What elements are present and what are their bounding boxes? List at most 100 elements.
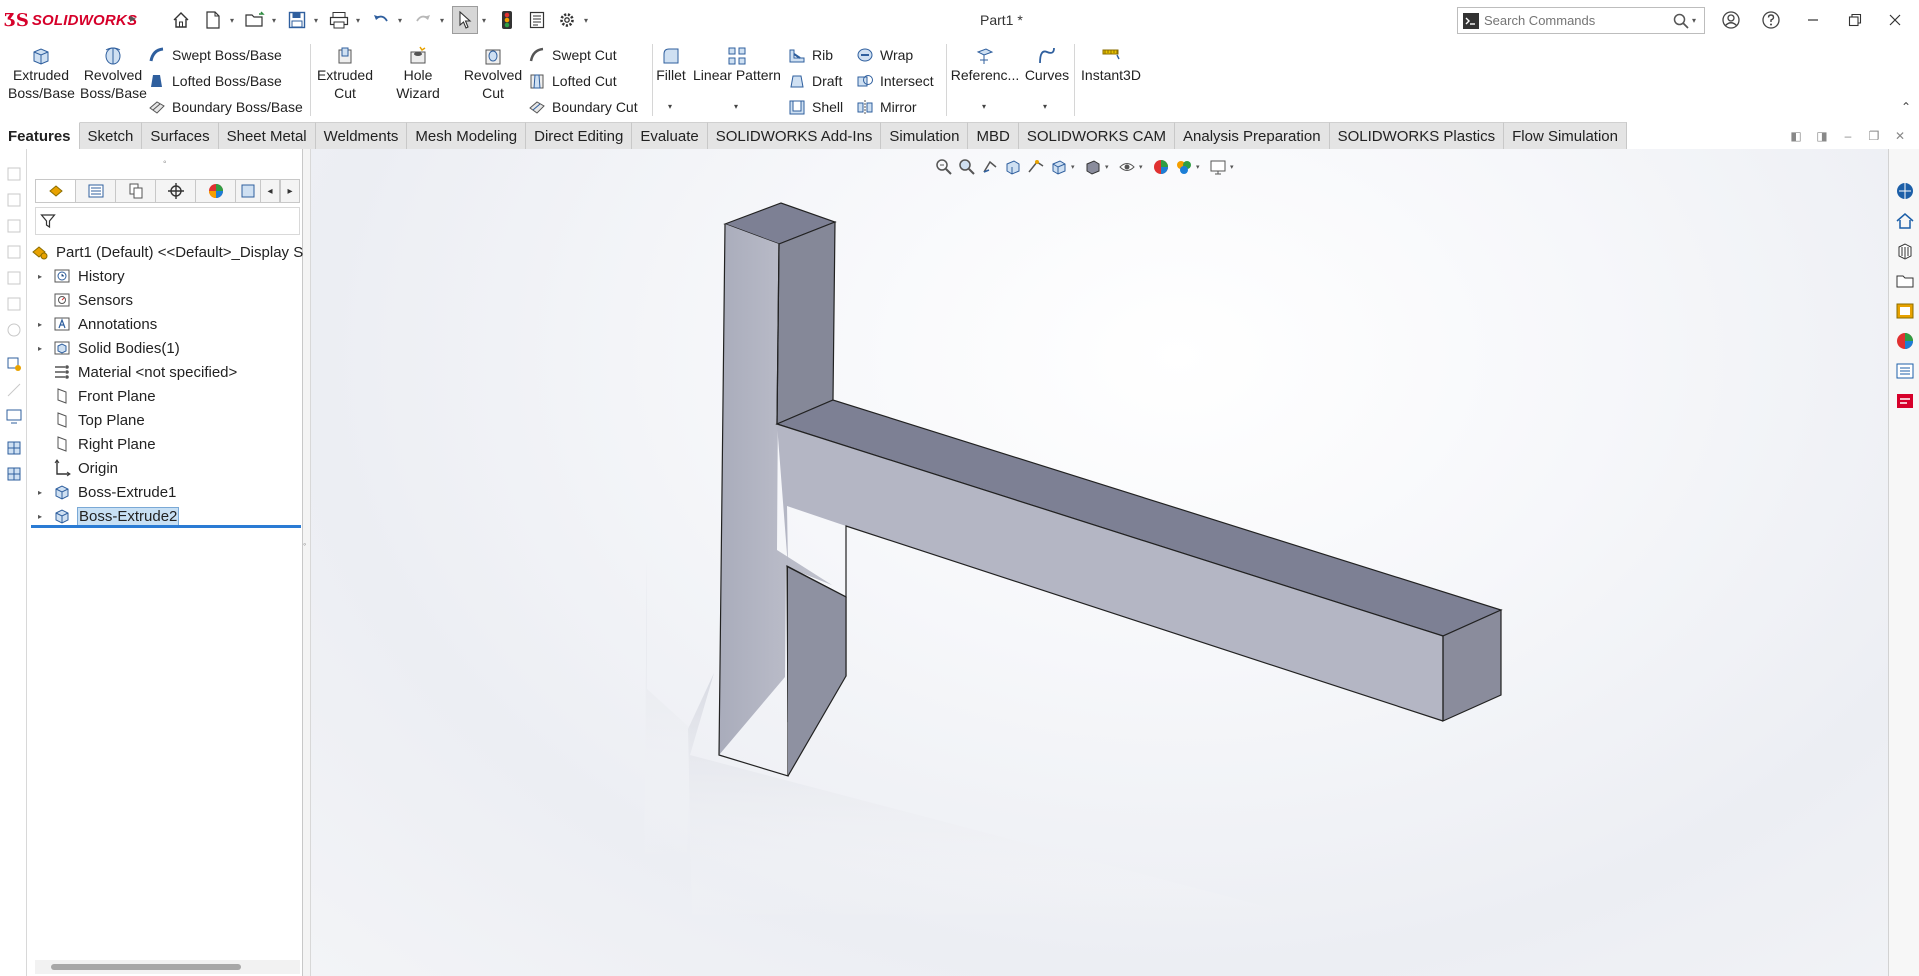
extruded-boss-button[interactable]: Extruded Boss/Base xyxy=(8,44,75,102)
swept-boss-button[interactable]: Swept Boss/Base xyxy=(148,44,282,66)
home-icon[interactable] xyxy=(1895,211,1915,231)
redo-dropdown-icon[interactable]: ▾ xyxy=(436,6,448,34)
design-library-icon[interactable] xyxy=(1895,241,1915,261)
tree-item-sensors[interactable]: Sensors xyxy=(33,289,134,311)
new-dropdown-icon[interactable]: ▾ xyxy=(226,6,238,34)
menu-expand-icon[interactable]: ▸ xyxy=(130,11,136,25)
hole-wizard-button[interactable]: Hole Wizard xyxy=(380,44,456,102)
wrap-button[interactable]: Wrap xyxy=(856,44,913,66)
home-icon[interactable] xyxy=(168,6,194,34)
tabs-scroll-right-icon[interactable]: ▸ xyxy=(280,179,300,203)
collapse-ribbon-icon[interactable]: ⌃ xyxy=(1901,100,1911,114)
strip-table-icon[interactable] xyxy=(5,439,23,457)
print-icon[interactable] xyxy=(326,6,352,34)
tree-item-origin[interactable]: Origin xyxy=(33,457,119,479)
custom-properties-icon[interactable] xyxy=(1895,361,1915,381)
view-palette-icon[interactable] xyxy=(1895,301,1915,321)
tab-analysis-preparation[interactable]: Analysis Preparation xyxy=(1175,122,1330,149)
tab-simulation[interactable]: Simulation xyxy=(881,122,969,149)
lofted-boss-button[interactable]: Lofted Boss/Base xyxy=(148,70,282,92)
graphics-area[interactable]: ▾ ▾ ▾ ▾ ▾ xyxy=(311,149,1888,976)
minimize-window-icon[interactable] xyxy=(1800,8,1826,32)
tab-sketch[interactable]: Sketch xyxy=(79,122,143,149)
doc-restore-icon[interactable]: ❐ xyxy=(1863,127,1885,145)
reference-dropdown-icon[interactable]: ▾ xyxy=(982,102,986,111)
tree-item-annotations[interactable]: ▸ Annotations xyxy=(33,313,158,335)
filter-icon[interactable] xyxy=(40,213,56,229)
expand-arrow-icon[interactable]: ▸ xyxy=(33,272,47,281)
boundary-cut-button[interactable]: Boundary Cut xyxy=(528,96,638,118)
tree-item-boss-extrude1[interactable]: ▸ Boss-Extrude1 xyxy=(33,481,177,503)
options-dropdown-icon[interactable]: ▾ xyxy=(580,6,592,34)
linear-pattern-button[interactable]: Linear Pattern xyxy=(692,44,782,84)
boundary-boss-button[interactable]: Boundary Boss/Base xyxy=(148,96,303,118)
file-properties-icon[interactable] xyxy=(524,6,550,34)
tree-root-part[interactable]: Part1 (Default) <<Default>_Display S xyxy=(31,241,304,263)
fillet-button[interactable]: Fillet xyxy=(656,44,686,84)
expand-arrow-icon[interactable]: ▸ xyxy=(33,488,47,497)
reference-geometry-button[interactable]: Referenc... xyxy=(950,44,1020,84)
tabs-scroll-left-icon[interactable]: ◂ xyxy=(260,179,280,203)
displaymanager-tab-icon[interactable] xyxy=(195,179,235,203)
panel-splitter[interactable]: ◦ xyxy=(303,149,311,976)
tab-features[interactable]: Features xyxy=(0,122,80,149)
draft-button[interactable]: Draft xyxy=(788,70,842,92)
save-icon[interactable] xyxy=(284,6,310,34)
open-folder-icon[interactable] xyxy=(242,6,268,34)
curves-dropdown-icon[interactable]: ▾ xyxy=(1043,102,1047,111)
tile-left-icon[interactable]: ◧ xyxy=(1785,127,1807,145)
extruded-cut-button[interactable]: Extruded Cut xyxy=(314,44,376,102)
close-window-icon[interactable] xyxy=(1882,8,1908,32)
open-dropdown-icon[interactable]: ▾ xyxy=(268,6,280,34)
tab-solidworks-add-ins[interactable]: SOLIDWORKS Add-Ins xyxy=(707,122,882,149)
configurationmanager-tab-icon[interactable] xyxy=(115,179,155,203)
propertymanager-tab-icon[interactable] xyxy=(75,179,115,203)
help-icon[interactable] xyxy=(1758,8,1784,32)
panel-grip-icon[interactable]: ◦ xyxy=(163,157,167,168)
linear-pattern-dropdown-icon[interactable]: ▾ xyxy=(734,102,738,111)
part-model[interactable] xyxy=(311,149,1888,976)
options-gear-icon[interactable] xyxy=(554,6,580,34)
search-commands-box[interactable]: ▾ xyxy=(1457,7,1705,34)
tree-filter[interactable] xyxy=(35,207,300,235)
tab-mesh-modeling[interactable]: Mesh Modeling xyxy=(407,122,527,149)
tab-surfaces[interactable]: Surfaces xyxy=(142,122,219,149)
tree-item-history[interactable]: ▸ History xyxy=(33,265,126,287)
tab-mbd[interactable]: MBD xyxy=(968,122,1019,149)
instant3d-button[interactable]: Instant3D xyxy=(1078,44,1144,84)
revolved-cut-button[interactable]: Revolved Cut xyxy=(460,44,526,102)
tab-sheet-metal[interactable]: Sheet Metal xyxy=(218,122,316,149)
expand-arrow-icon[interactable]: ▸ xyxy=(33,512,47,521)
tree-item-boss-extrude2[interactable]: ▸ Boss-Extrude2 xyxy=(33,505,180,527)
save-dropdown-icon[interactable]: ▾ xyxy=(310,6,322,34)
horizontal-scrollbar[interactable] xyxy=(35,960,300,974)
shell-button[interactable]: Shell xyxy=(788,96,843,118)
file-explorer-icon[interactable] xyxy=(1895,271,1915,291)
appearances-icon[interactable] xyxy=(1895,331,1915,351)
solidworks-resources-icon[interactable] xyxy=(1895,181,1915,201)
intersect-button[interactable]: Intersect xyxy=(856,70,934,92)
expand-arrow-icon[interactable]: ▸ xyxy=(33,320,47,329)
tab-direct-editing[interactable]: Direct Editing xyxy=(526,122,633,149)
select-dropdown-icon[interactable]: ▾ xyxy=(478,6,490,34)
search-dropdown-icon[interactable]: ▾ xyxy=(1692,16,1704,25)
tree-item-material[interactable]: Material <not specified> xyxy=(33,361,238,383)
mirror-button[interactable]: Mirror xyxy=(856,96,917,118)
expand-arrow-icon[interactable]: ▸ xyxy=(33,344,47,353)
extra-tab-icon[interactable] xyxy=(235,179,260,203)
scrollbar-thumb[interactable] xyxy=(51,964,241,970)
rib-button[interactable]: Rib xyxy=(788,44,833,66)
search-icon[interactable] xyxy=(1670,13,1692,29)
solidworks-logo[interactable]: ƷS SOLIDWORKS xyxy=(4,8,137,32)
select-pointer-icon[interactable] xyxy=(452,6,478,34)
tile-right-icon[interactable]: ◨ xyxy=(1811,127,1833,145)
strip-table-icon[interactable] xyxy=(5,465,23,483)
swept-cut-button[interactable]: Swept Cut xyxy=(528,44,617,66)
strip-sketch-icon[interactable] xyxy=(5,355,23,373)
doc-close-icon[interactable]: ✕ xyxy=(1889,127,1911,145)
new-document-icon[interactable] xyxy=(200,6,226,34)
tree-item-solid-bodies[interactable]: ▸ Solid Bodies(1) xyxy=(33,337,181,359)
tab-solidworks-cam[interactable]: SOLIDWORKS CAM xyxy=(1018,122,1175,149)
revolved-boss-button[interactable]: Revolved Boss/Base xyxy=(80,44,147,102)
restore-window-icon[interactable] xyxy=(1842,8,1868,32)
